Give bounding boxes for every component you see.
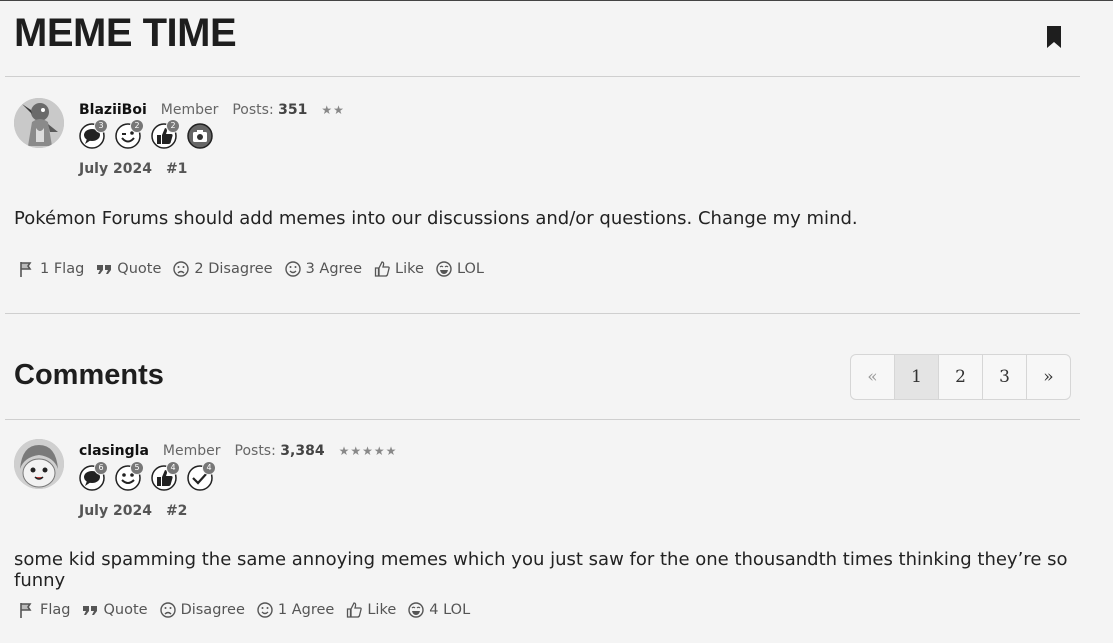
pagination-next-button[interactable]: » xyxy=(1027,355,1070,399)
thumbs-up-icon xyxy=(347,602,363,618)
camera-badge[interactable] xyxy=(187,123,213,149)
pagination: « 1 2 3 » xyxy=(850,354,1071,400)
post-count: Posts: 3,384 xyxy=(234,443,325,459)
agree-button[interactable]: 3 Agree xyxy=(284,261,362,277)
camera-icon xyxy=(187,123,213,149)
post-2-actions: Flag Quote Disagree 1 Agree Like 4 LOL xyxy=(19,602,470,618)
thread-title: MEME TIME xyxy=(14,11,237,55)
post-1-actions: 1 Flag Quote 2 Disagree 3 Agree Like LOL xyxy=(19,261,484,277)
pokemon-avatar-icon xyxy=(14,439,64,489)
smiley-face-icon xyxy=(284,261,301,277)
pagination-page-3[interactable]: 3 xyxy=(983,355,1027,399)
smiley-face-icon xyxy=(257,602,273,618)
sad-face-icon xyxy=(159,602,176,618)
like-button[interactable]: Like xyxy=(346,602,396,618)
smiley-face-badge[interactable]: 5 xyxy=(115,461,144,491)
divider xyxy=(5,76,1080,77)
post-2-meta: July 2024 #2 xyxy=(79,503,187,519)
post-1-author-line: BlaziiBoi Member Posts: 351 ★★ xyxy=(79,102,345,118)
quote-button[interactable]: Quote xyxy=(82,602,148,618)
divider xyxy=(5,419,1080,420)
divider xyxy=(5,313,1080,314)
winking-face-badge[interactable]: 2 xyxy=(115,119,144,149)
rank-stars: ★★ xyxy=(321,103,345,117)
post-1-body: Pokémon Forums should add memes into our… xyxy=(14,208,858,229)
flag-icon xyxy=(20,603,32,618)
user-role: Member xyxy=(160,102,219,118)
thumbs-up-icon xyxy=(374,261,390,277)
pokemon-avatar-icon xyxy=(14,98,64,148)
lol-button[interactable]: 4 LOL xyxy=(408,602,470,618)
pagination-page-1[interactable]: 1 xyxy=(895,355,939,399)
avatar[interactable] xyxy=(14,439,64,489)
post-2-badges: 6 5 4 4 xyxy=(79,461,216,491)
avatar[interactable] xyxy=(14,98,64,148)
rank-stars: ★★★★★ xyxy=(338,444,398,458)
thumbs-up-badge[interactable]: 2 xyxy=(151,119,180,149)
laughing-face-icon xyxy=(436,261,452,277)
post-date[interactable]: July 2024 xyxy=(79,161,152,177)
flag-icon xyxy=(20,262,32,277)
laughing-face-icon xyxy=(408,602,424,618)
checkmark-badge[interactable]: 4 xyxy=(187,461,216,491)
username[interactable]: BlaziiBoi xyxy=(79,102,147,118)
post-2-author-line: clasingla Member Posts: 3,384 ★★★★★ xyxy=(79,443,397,459)
sad-face-icon xyxy=(173,261,190,277)
quote-button[interactable]: Quote xyxy=(96,261,161,277)
pagination-prev-button[interactable]: « xyxy=(851,355,895,399)
post-1-badges: 3 2 2 xyxy=(79,119,213,149)
flag-button[interactable]: 1 Flag xyxy=(19,261,84,277)
user-role: Member xyxy=(162,443,221,459)
disagree-button[interactable]: Disagree xyxy=(159,602,245,618)
username[interactable]: clasingla xyxy=(79,443,149,459)
thumbs-up-badge[interactable]: 4 xyxy=(151,461,180,491)
speech-bubble-badge[interactable]: 6 xyxy=(79,461,108,491)
post-number[interactable]: #1 xyxy=(166,161,187,177)
quote-icon xyxy=(83,606,98,615)
quote-icon xyxy=(97,265,112,274)
post-2-body: some kid spamming the same annoying meme… xyxy=(14,549,1068,591)
post-1-meta: July 2024 #1 xyxy=(79,161,187,177)
lol-button[interactable]: LOL xyxy=(436,261,484,277)
pagination-page-2[interactable]: 2 xyxy=(939,355,983,399)
bookmark-icon[interactable] xyxy=(1046,26,1062,48)
agree-button[interactable]: 1 Agree xyxy=(257,602,334,618)
post-count: Posts: 351 xyxy=(232,102,308,118)
like-button[interactable]: Like xyxy=(374,261,424,277)
speech-bubble-badge[interactable]: 3 xyxy=(79,119,108,149)
post-number[interactable]: #2 xyxy=(166,503,187,519)
disagree-button[interactable]: 2 Disagree xyxy=(173,261,273,277)
flag-button[interactable]: Flag xyxy=(19,602,70,618)
post-date[interactable]: July 2024 xyxy=(79,503,152,519)
comments-heading: Comments xyxy=(14,359,164,391)
